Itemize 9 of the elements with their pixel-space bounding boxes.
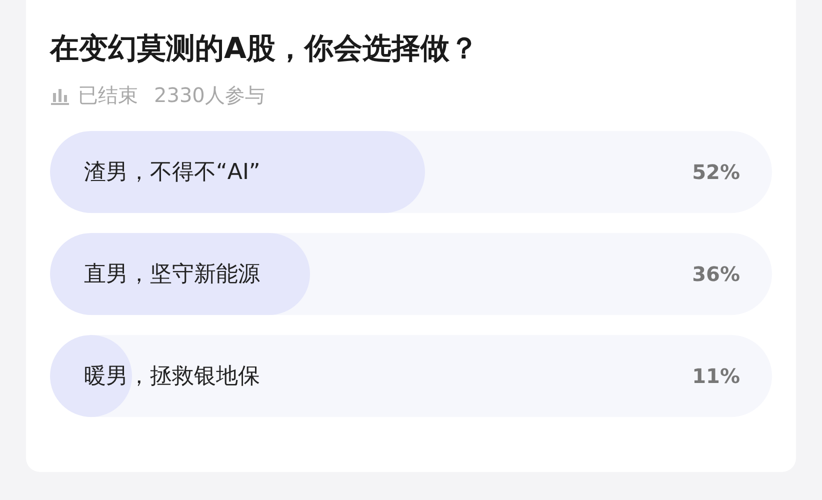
option-percent: 52% <box>692 160 740 184</box>
option-label: 直男，坚守新能源 <box>84 261 261 289</box>
option-label: 渣男，不得不“AI” <box>84 159 262 187</box>
participant-count: 2330人参与 <box>154 82 265 109</box>
option-percent: 11% <box>692 364 740 388</box>
option-label: 暖男，拯救银地保 <box>84 363 261 391</box>
option-percent: 36% <box>692 262 740 286</box>
poll-status: 已结束 <box>78 82 138 109</box>
poll-title: 在变幻莫测的A股，你会选择做？ <box>50 30 480 67</box>
